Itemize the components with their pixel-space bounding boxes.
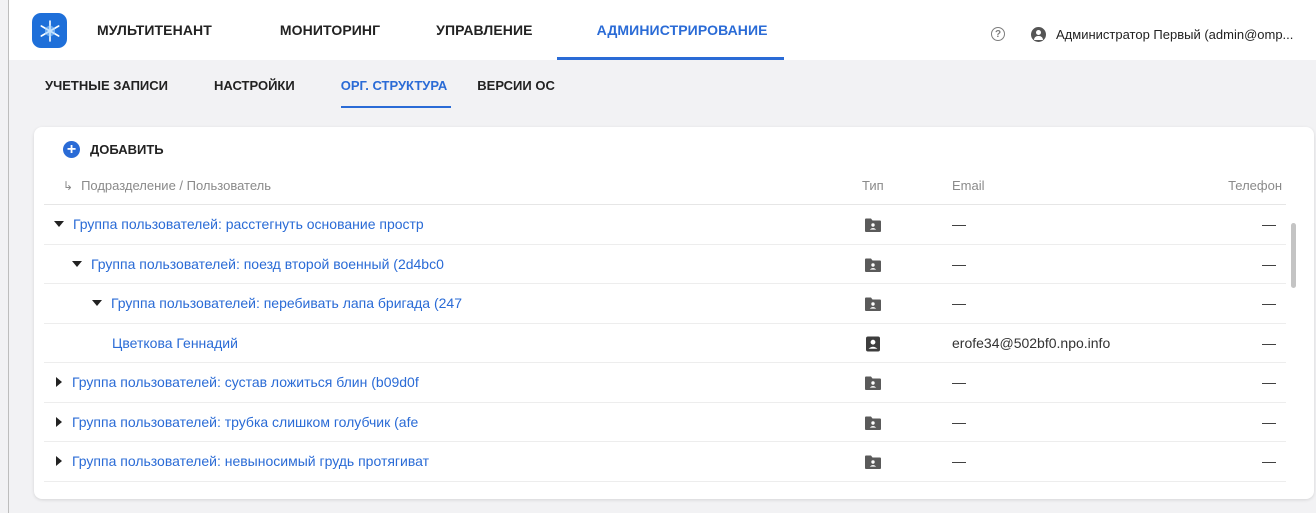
caret-down-icon[interactable] bbox=[72, 260, 82, 267]
row-name-label: Группа пользователей: расстегнуть основа… bbox=[73, 216, 424, 232]
table-row[interactable]: Группа пользователей: сустав ложиться бл… bbox=[44, 363, 1286, 403]
caret-down-icon[interactable] bbox=[92, 300, 102, 306]
subdirectory-arrow-icon: ↳ bbox=[63, 178, 74, 193]
scrollbar-thumb[interactable] bbox=[1291, 223, 1296, 288]
row-phone: — bbox=[1262, 453, 1276, 469]
table-row[interactable]: Группа пользователей: невыносимый грудь … bbox=[44, 442, 1286, 482]
row-email: — bbox=[952, 255, 966, 272]
nav-management[interactable]: УПРАВЛЕНИЕ bbox=[396, 0, 548, 60]
row-name-label: Группа пользователей: невыносимый грудь … bbox=[72, 453, 430, 469]
group-folder-icon bbox=[864, 257, 882, 273]
row-phone: — bbox=[1262, 216, 1276, 232]
table-body: Группа пользователей: расстегнуть основа… bbox=[44, 205, 1286, 482]
top-header: МУЛЬТИТЕНАНТ МОНИТОРИНГ УПРАВЛЕНИЕ АДМИН… bbox=[9, 0, 1316, 60]
table-row[interactable]: Группа пользователей: расстегнуть основа… bbox=[44, 205, 1286, 245]
row-name-label: Цветкова Геннадий bbox=[112, 334, 238, 351]
nav-monitoring[interactable]: МОНИТОРИНГ bbox=[228, 0, 396, 60]
table-row[interactable]: Цветкова Геннадий erofe34@502bf0.npo.info… bbox=[44, 324, 1286, 363]
group-folder-icon bbox=[864, 296, 882, 312]
group-link[interactable]: Группа пользователей: расстегнуть основа… bbox=[54, 216, 424, 232]
user-contact-icon bbox=[864, 336, 882, 352]
group-folder-icon bbox=[864, 375, 882, 391]
row-name-label: Группа пользователей: трубка слишком гол… bbox=[72, 413, 419, 430]
app-logo[interactable] bbox=[32, 13, 67, 48]
main-nav: МУЛЬТИТЕНАНТ МОНИТОРИНГ УПРАВЛЕНИЕ АДМИН… bbox=[81, 0, 784, 60]
row-name-label: Группа пользователей: сустав ложиться бл… bbox=[72, 374, 419, 390]
add-button-label: ДОБАВИТЬ bbox=[90, 142, 164, 157]
table-header: ↳ Подразделение / Пользователь Тип Email… bbox=[34, 175, 1286, 205]
plus-circle-icon: + bbox=[63, 141, 80, 158]
row-name-label: Группа пользователей: поезд второй военн… bbox=[91, 255, 444, 272]
row-phone: — bbox=[1262, 295, 1276, 311]
sub-nav: УЧЕТНЫЕ ЗАПИСИ НАСТРОЙКИ ОРГ. СТРУКТУРА … bbox=[9, 62, 571, 118]
row-name-label: Группа пользователей: перебивать лапа бр… bbox=[111, 295, 462, 311]
caret-right-icon[interactable] bbox=[56, 456, 62, 466]
row-email: — bbox=[952, 413, 966, 430]
row-phone: — bbox=[1262, 255, 1276, 272]
column-name-header: ↳ Подразделение / Пользователь bbox=[63, 178, 271, 193]
caret-right-icon[interactable] bbox=[56, 377, 62, 387]
user-name: Администратор Первый (admin@omp... bbox=[1056, 26, 1294, 42]
table-row[interactable]: Группа пользователей: трубка слишком гол… bbox=[44, 403, 1286, 442]
row-email: — bbox=[952, 453, 966, 469]
table-row[interactable]: Группа пользователей: поезд второй военн… bbox=[44, 245, 1286, 284]
add-button[interactable]: + ДОБАВИТЬ bbox=[63, 141, 164, 158]
help-icon[interactable]: ? bbox=[991, 27, 1005, 41]
column-email-header: Email bbox=[952, 178, 985, 193]
column-name-label: Подразделение / Пользователь bbox=[81, 178, 271, 193]
tab-accounts[interactable]: УЧЕТНЫЕ ЗАПИСИ bbox=[9, 62, 184, 108]
row-phone: — bbox=[1262, 413, 1276, 430]
group-link[interactable]: Группа пользователей: поезд второй военн… bbox=[72, 256, 444, 272]
row-phone: — bbox=[1262, 374, 1276, 390]
snowflake-logo-icon bbox=[39, 19, 60, 42]
group-folder-icon bbox=[864, 415, 882, 431]
user-menu[interactable]: Администратор Первый (admin@omp... bbox=[1031, 24, 1293, 44]
group-link[interactable]: Группа пользователей: перебивать лапа бр… bbox=[92, 295, 462, 311]
app-window: МУЛЬТИТЕНАНТ МОНИТОРИНГ УПРАВЛЕНИЕ АДМИН… bbox=[8, 0, 1316, 513]
nav-administration[interactable]: АДМИНИСТРИРОВАНИЕ bbox=[549, 0, 784, 60]
group-link[interactable]: Группа пользователей: сустав ложиться бл… bbox=[54, 374, 419, 390]
column-type-header: Тип bbox=[862, 178, 884, 193]
row-email: — bbox=[952, 216, 966, 232]
user-avatar-icon bbox=[1031, 26, 1046, 42]
caret-right-icon[interactable] bbox=[56, 416, 62, 427]
table-row[interactable]: Группа пользователей: перебивать лапа бр… bbox=[44, 284, 1286, 324]
caret-down-icon[interactable] bbox=[54, 221, 64, 227]
user-link[interactable]: Цветкова Геннадий bbox=[112, 335, 238, 351]
tab-settings[interactable]: НАСТРОЙКИ bbox=[184, 62, 311, 108]
row-phone: — bbox=[1262, 334, 1276, 351]
org-structure-card: + ДОБАВИТЬ ↳ Подразделение / Пользовател… bbox=[34, 127, 1314, 499]
group-folder-icon bbox=[864, 217, 882, 233]
group-folder-icon bbox=[864, 454, 882, 470]
row-email: — bbox=[952, 374, 966, 390]
row-email: erofe34@502bf0.npo.info bbox=[952, 334, 1111, 351]
row-email: — bbox=[952, 295, 966, 311]
nav-multitenant[interactable]: МУЛЬТИТЕНАНТ bbox=[81, 0, 228, 60]
tab-org-structure[interactable]: ОРГ. СТРУКТУРА bbox=[321, 62, 464, 108]
group-link[interactable]: Группа пользователей: трубка слишком гол… bbox=[54, 414, 418, 430]
tab-os-versions[interactable]: ВЕРСИИ ОС bbox=[463, 62, 571, 108]
column-phone-header: Телефон bbox=[1228, 178, 1282, 193]
group-link[interactable]: Группа пользователей: невыносимый грудь … bbox=[54, 453, 429, 469]
